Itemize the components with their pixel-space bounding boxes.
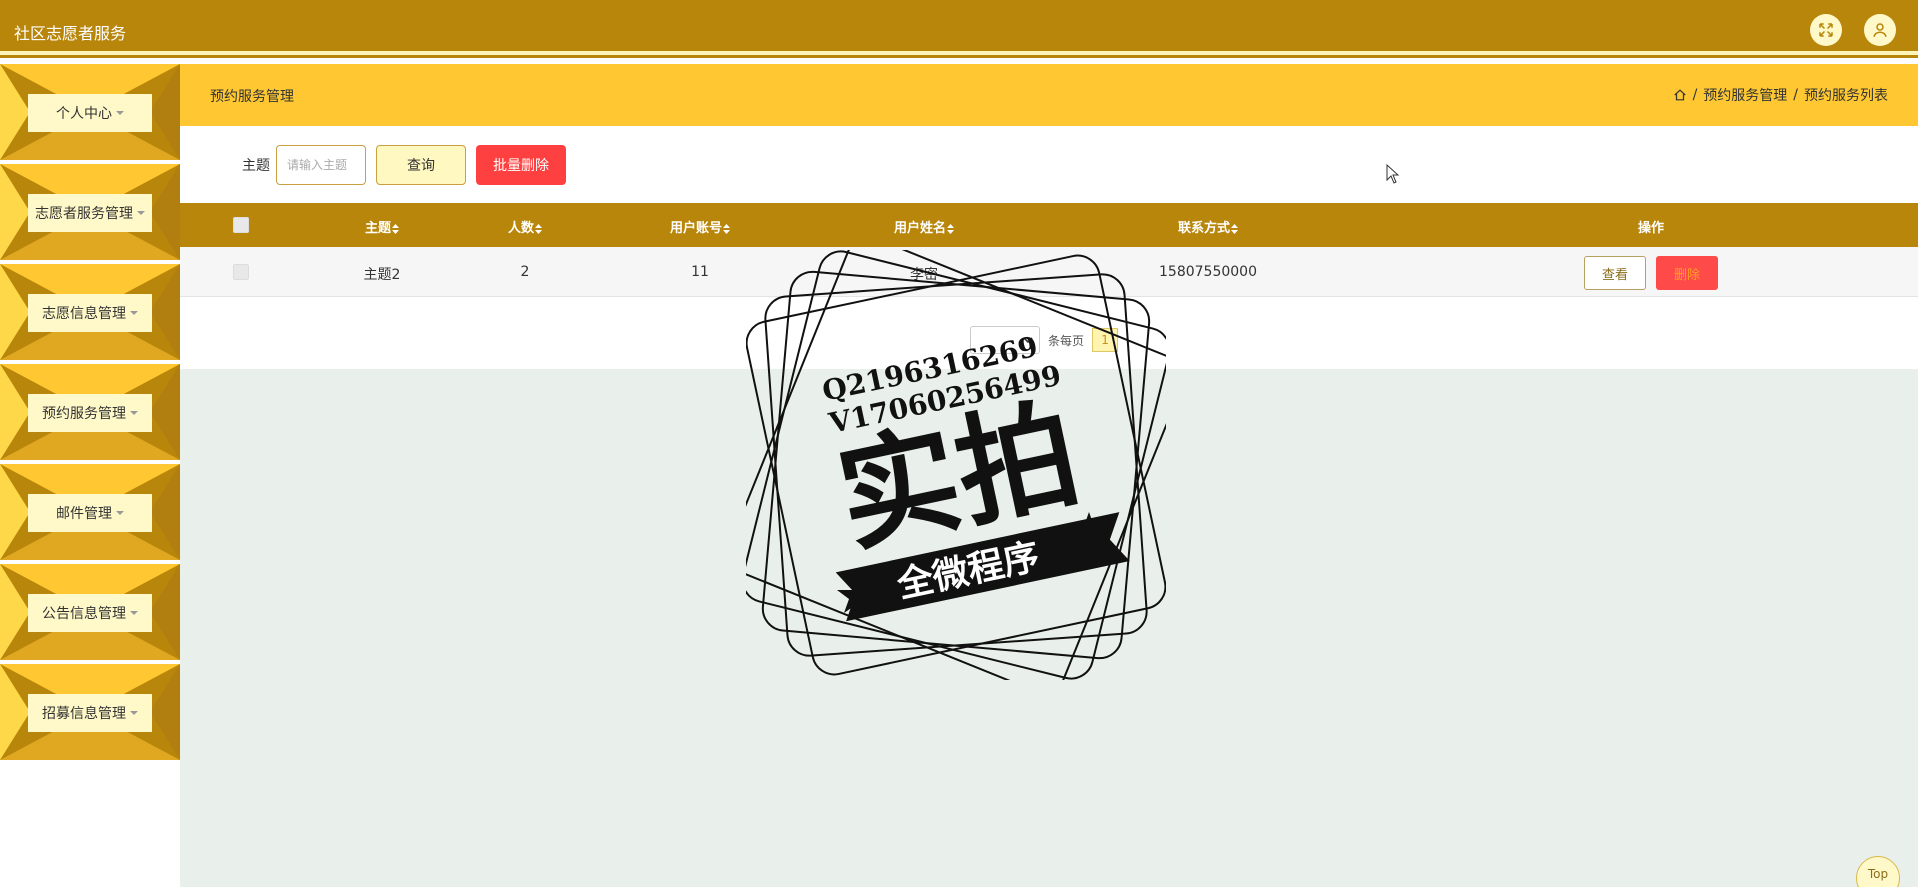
breadcrumb-separator: / bbox=[1692, 87, 1698, 103]
column-header-topic[interactable]: 主题 bbox=[365, 217, 400, 236]
sidebar: 个人中心 志愿者服务管理 志愿信息管理 预约服务管理 邮件管理 公告信息管理 招… bbox=[0, 64, 180, 764]
breadcrumb: / 预约服务管理 / 预约服务列表 bbox=[1673, 85, 1888, 105]
table-header: 主题 人数 用户账号 用户姓名 联系方式 操作 bbox=[180, 203, 1918, 247]
sidebar-item-announcement[interactable]: 公告信息管理 bbox=[0, 564, 180, 660]
sort-icon bbox=[723, 223, 731, 234]
fullscreen-button[interactable] bbox=[1810, 14, 1842, 46]
caret-down-icon bbox=[116, 511, 124, 515]
view-button[interactable]: 查看 bbox=[1584, 256, 1646, 290]
sidebar-item-label: 预约服务管理 bbox=[28, 394, 152, 432]
home-icon[interactable] bbox=[1673, 88, 1687, 102]
cell-count: 2 bbox=[520, 264, 530, 280]
app-title: 社区志愿者服务 bbox=[14, 24, 127, 43]
user-button[interactable] bbox=[1864, 14, 1896, 46]
column-header-account[interactable]: 用户账号 bbox=[670, 217, 731, 236]
fullscreen-icon bbox=[1819, 23, 1833, 37]
sidebar-item-mail[interactable]: 邮件管理 bbox=[0, 464, 180, 560]
sidebar-item-recruitment[interactable]: 招募信息管理 bbox=[0, 664, 180, 760]
watermark-stamp: Q2196316269 V17060256499 实拍 全微程序 bbox=[746, 250, 1166, 680]
caret-down-icon bbox=[130, 611, 138, 615]
sidebar-item-volunteer-info[interactable]: 志愿信息管理 bbox=[0, 264, 180, 360]
sidebar-item-volunteer-service[interactable]: 志愿者服务管理 bbox=[0, 164, 180, 260]
sort-icon bbox=[535, 223, 543, 234]
column-header-actions: 操作 bbox=[1637, 221, 1665, 236]
sidebar-item-label: 邮件管理 bbox=[28, 494, 152, 532]
query-button[interactable]: 查询 bbox=[376, 145, 466, 185]
caret-down-icon bbox=[116, 111, 124, 115]
cell-topic: 主题2 bbox=[363, 267, 401, 283]
breadcrumb-separator: / bbox=[1793, 87, 1798, 103]
page-title: 预约服务管理 bbox=[210, 89, 294, 105]
sidebar-item-personal-center[interactable]: 个人中心 bbox=[0, 64, 180, 160]
search-label: 主题 bbox=[242, 158, 270, 174]
mouse-cursor-icon bbox=[1386, 164, 1400, 184]
column-header-name[interactable]: 用户姓名 bbox=[894, 217, 955, 236]
page-header: 预约服务管理 / 预约服务管理 / 预约服务列表 bbox=[180, 64, 1918, 126]
caret-down-icon bbox=[130, 411, 138, 415]
select-all-checkbox[interactable] bbox=[233, 217, 249, 233]
search-input[interactable] bbox=[276, 145, 366, 185]
caret-down-icon bbox=[137, 211, 145, 215]
breadcrumb-item-current: 预约服务列表 bbox=[1804, 88, 1888, 104]
row-checkbox[interactable] bbox=[233, 264, 249, 280]
column-header-count[interactable]: 人数 bbox=[508, 217, 543, 236]
sidebar-item-reservation[interactable]: 预约服务管理 bbox=[0, 364, 180, 460]
sidebar-item-label: 公告信息管理 bbox=[28, 594, 152, 632]
top-header: 社区志愿者服务 bbox=[0, 0, 1918, 58]
batch-delete-button[interactable]: 批量删除 bbox=[476, 145, 566, 185]
sidebar-item-label: 志愿信息管理 bbox=[28, 294, 152, 332]
breadcrumb-item[interactable]: 预约服务管理 bbox=[1703, 85, 1787, 105]
user-icon bbox=[1873, 23, 1887, 37]
column-header-phone[interactable]: 联系方式 bbox=[1178, 217, 1239, 236]
sort-icon bbox=[947, 223, 955, 234]
caret-down-icon bbox=[130, 311, 138, 315]
sidebar-item-label: 个人中心 bbox=[28, 94, 152, 132]
sort-icon bbox=[392, 223, 400, 234]
sort-icon bbox=[1231, 223, 1239, 234]
cell-phone: 15807550000 bbox=[1159, 264, 1257, 280]
delete-button[interactable]: 删除 bbox=[1656, 256, 1718, 290]
sidebar-item-label: 招募信息管理 bbox=[28, 694, 152, 732]
sidebar-item-label: 志愿者服务管理 bbox=[28, 194, 152, 232]
search-form: 主题 查询 批量删除 bbox=[242, 145, 566, 185]
header-divider-lower bbox=[0, 55, 1918, 58]
cell-account: 11 bbox=[691, 264, 709, 280]
caret-down-icon bbox=[130, 711, 138, 715]
